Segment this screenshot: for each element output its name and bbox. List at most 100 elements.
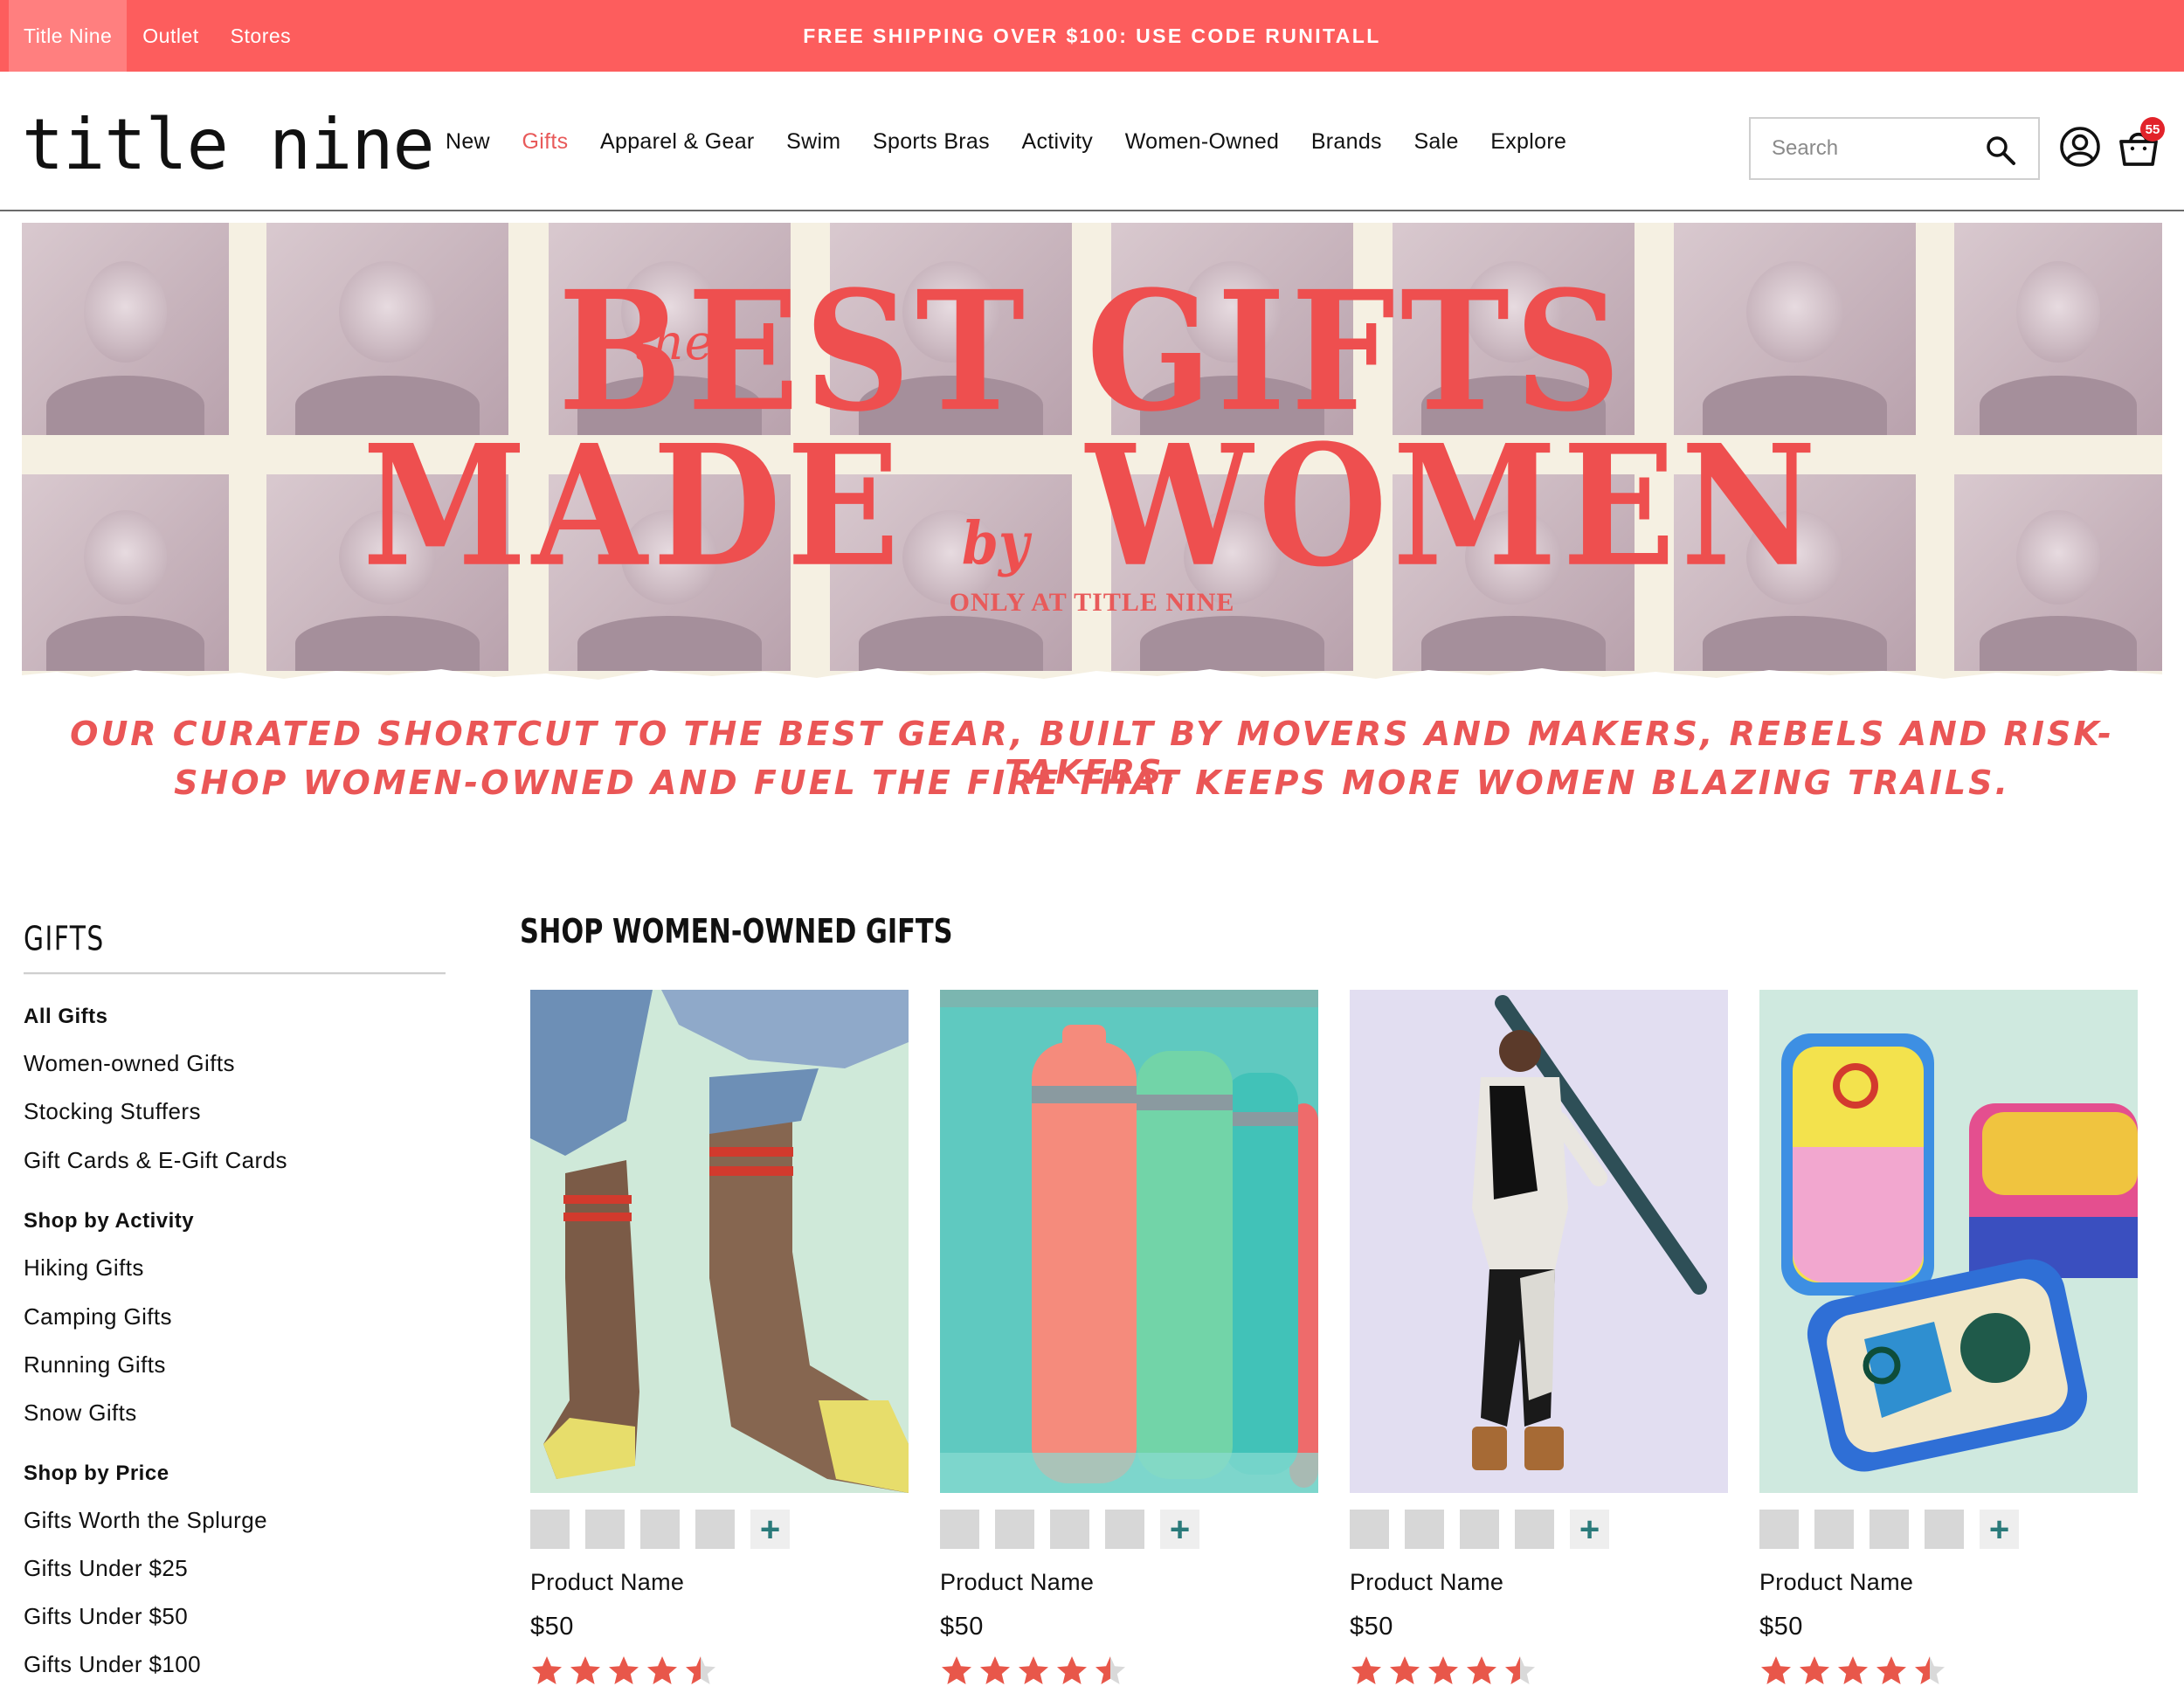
hero-banner[interactable]: the BEST GIFTS MADE by WOMEN ONLY AT TIT…: [22, 223, 2162, 686]
star-icon: [1390, 1656, 1420, 1684]
nav-activity[interactable]: Activity: [1022, 129, 1094, 155]
color-swatch[interactable]: [640, 1510, 680, 1549]
sidebar-item-running-gifts[interactable]: Running Gifts: [24, 1351, 166, 1379]
account-icon[interactable]: [2059, 126, 2101, 168]
color-swatch[interactable]: [1460, 1510, 1499, 1549]
product-name[interactable]: Product Name: [940, 1569, 1094, 1596]
sidebar-heading-shop-by-activity: Shop by Activity: [24, 1209, 195, 1233]
product-image-socks[interactable]: [530, 990, 909, 1493]
search-box: [1749, 117, 2040, 180]
search-icon[interactable]: [1984, 134, 2017, 167]
product-card[interactable]: + Product Name $50: [940, 990, 1318, 1684]
sidebar-item-women-owned-gifts[interactable]: Women-owned Gifts: [24, 1050, 235, 1077]
star-icon: [1915, 1656, 1945, 1684]
color-swatch[interactable]: [1105, 1510, 1144, 1549]
hero-made: MADE: [362, 408, 905, 605]
product-price: $50: [940, 1613, 984, 1641]
star-icon: [532, 1656, 562, 1684]
product-card[interactable]: + Product Name $50: [1759, 990, 2138, 1684]
sidebar-item-under-25[interactable]: Gifts Under $25: [24, 1555, 188, 1582]
product-price: $50: [1350, 1613, 1393, 1641]
star-icon: [1428, 1656, 1458, 1684]
nav-swim[interactable]: Swim: [786, 129, 840, 155]
cart-count-badge: 55: [2140, 117, 2165, 142]
star-icon: [1095, 1656, 1125, 1684]
more-colors-button[interactable]: +: [1160, 1510, 1199, 1549]
star-icon: [1351, 1656, 1381, 1684]
site-outlet[interactable]: Outlet: [127, 0, 214, 72]
nav-new[interactable]: New: [446, 129, 490, 155]
color-swatch[interactable]: [530, 1510, 570, 1549]
promo-message-container: FREE SHIPPING OVER $100: USE CODE RUNITA…: [0, 0, 2184, 72]
tagline-line2: SHOP WOMEN-OWNED AND FUEL THE FIRE THAT …: [174, 764, 2010, 802]
color-swatch[interactable]: [1350, 1510, 1389, 1549]
sidebar-item-snow-gifts[interactable]: Snow Gifts: [24, 1399, 137, 1427]
cart-button[interactable]: 55: [2116, 117, 2165, 169]
promo-bar: Title Nine Outlet Stores FREE SHIPPING O…: [0, 0, 2184, 72]
color-swatches: +: [1759, 1510, 2019, 1549]
product-card[interactable]: + Product Name $50: [530, 990, 909, 1684]
sidebar-item-splurge[interactable]: Gifts Worth the Splurge: [24, 1507, 267, 1534]
nav-sports-bras[interactable]: Sports Bras: [873, 129, 990, 155]
star-icon: [1467, 1656, 1496, 1684]
star-rating: [940, 1655, 1127, 1686]
star-rating: [1759, 1655, 1946, 1686]
torn-paper-edge: [22, 668, 2162, 686]
star-icon: [1057, 1656, 1087, 1684]
nav-gifts[interactable]: Gifts: [522, 129, 569, 155]
product-image-tin-cans[interactable]: [1759, 990, 2138, 1493]
color-swatch[interactable]: [1870, 1510, 1909, 1549]
product-name[interactable]: Product Name: [530, 1569, 684, 1596]
color-swatch[interactable]: [1050, 1510, 1089, 1549]
sidebar-item-hiking-gifts[interactable]: Hiking Gifts: [24, 1254, 144, 1282]
color-swatch[interactable]: [1925, 1510, 1964, 1549]
site-stores[interactable]: Stores: [215, 0, 307, 72]
site-switcher: Title Nine Outlet Stores: [0, 0, 307, 72]
star-icon: [570, 1656, 600, 1684]
hero-women: WOMEN: [1086, 408, 1822, 605]
color-swatch[interactable]: [585, 1510, 625, 1549]
star-rating: [1350, 1655, 1537, 1686]
star-icon: [942, 1656, 971, 1684]
color-swatch[interactable]: [995, 1510, 1034, 1549]
star-icon: [1876, 1656, 1906, 1684]
sidebar-item-under-50[interactable]: Gifts Under $50: [24, 1603, 188, 1630]
sidebar-item-under-100[interactable]: Gifts Under $100: [24, 1651, 201, 1678]
site-title-nine[interactable]: Title Nine: [9, 0, 128, 72]
sidebar-item-camping-gifts[interactable]: Camping Gifts: [24, 1303, 172, 1330]
product-name[interactable]: Product Name: [1759, 1569, 1913, 1596]
more-colors-button[interactable]: +: [1980, 1510, 2019, 1549]
color-swatch[interactable]: [1814, 1510, 1854, 1549]
nav-brands[interactable]: Brands: [1311, 129, 1382, 155]
sidebar-title: GIFTS: [24, 919, 446, 975]
hero-by: by: [962, 510, 1029, 579]
color-swatch[interactable]: [940, 1510, 979, 1549]
product-image-water-bottles[interactable]: [940, 990, 1318, 1493]
more-colors-button[interactable]: +: [750, 1510, 790, 1549]
star-icon: [1800, 1656, 1829, 1684]
product-card[interactable]: + Product Name $50: [1350, 990, 1728, 1684]
star-icon: [1505, 1656, 1535, 1684]
promo-message[interactable]: FREE SHIPPING OVER $100: USE CODE RUNITA…: [803, 24, 1380, 48]
star-rating: [530, 1655, 717, 1686]
sidebar-item-gift-cards[interactable]: Gift Cards & E-Gift Cards: [24, 1147, 287, 1174]
logo[interactable]: title nine: [22, 110, 435, 180]
sidebar-item-stocking-stuffers[interactable]: Stocking Stuffers: [24, 1098, 201, 1125]
nav-sale[interactable]: Sale: [1413, 129, 1458, 155]
sidebar-all-gifts[interactable]: All Gifts: [24, 1005, 108, 1029]
product-price: $50: [1759, 1613, 1803, 1641]
nav-women-owned[interactable]: Women-Owned: [1125, 129, 1280, 155]
product-image-ski-base-layer[interactable]: [1350, 990, 1728, 1493]
color-swatch[interactable]: [1405, 1510, 1444, 1549]
more-colors-button[interactable]: +: [1570, 1510, 1609, 1549]
color-swatch[interactable]: [1759, 1510, 1799, 1549]
color-swatch[interactable]: [1515, 1510, 1554, 1549]
color-swatches: +: [940, 1510, 1199, 1549]
search-input[interactable]: [1772, 136, 1981, 161]
star-icon: [1761, 1656, 1791, 1684]
color-swatch[interactable]: [695, 1510, 735, 1549]
star-icon: [1838, 1656, 1868, 1684]
nav-explore[interactable]: Explore: [1490, 129, 1566, 155]
product-name[interactable]: Product Name: [1350, 1569, 1503, 1596]
nav-apparel-gear[interactable]: Apparel & Gear: [600, 129, 755, 155]
